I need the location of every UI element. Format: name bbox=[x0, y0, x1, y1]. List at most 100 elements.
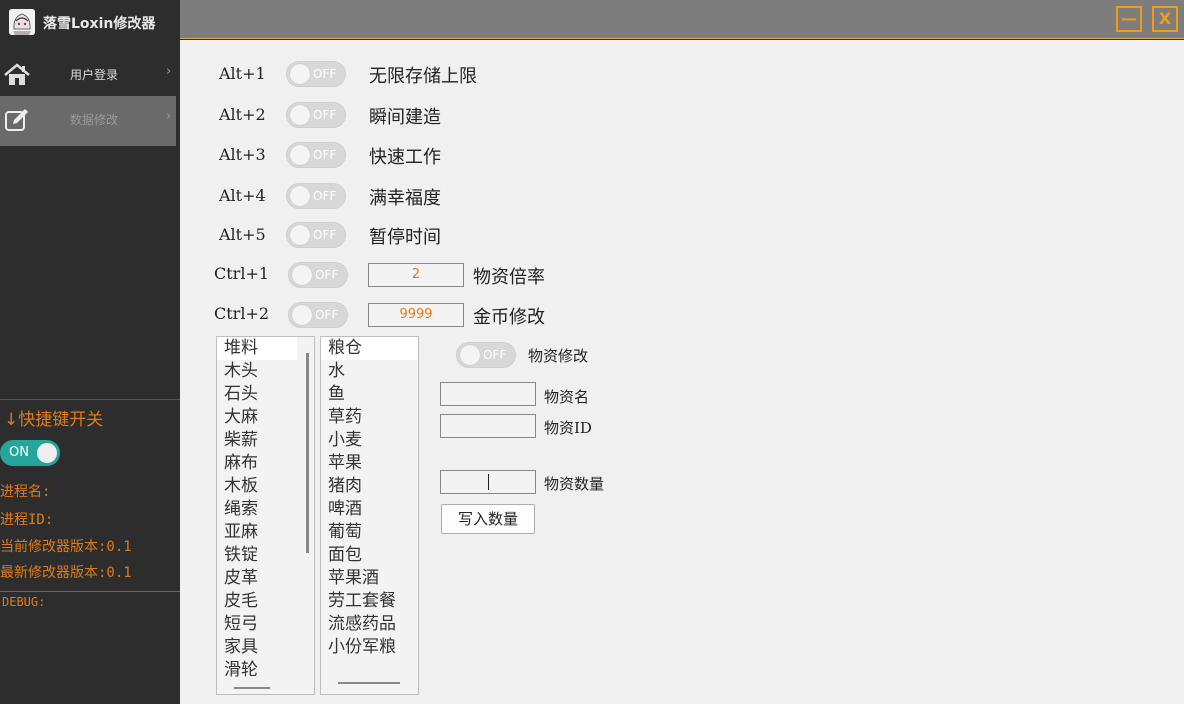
toggle-label: OFF bbox=[313, 67, 337, 81]
process-name-text: 进程名: bbox=[0, 484, 51, 500]
latest-version-text: 最新修改器版本:0.1 bbox=[0, 565, 132, 581]
list-item[interactable]: 石头 bbox=[217, 383, 258, 406]
app-title: 落雪Loxin修改器 bbox=[43, 16, 156, 32]
master-hotkey-toggle[interactable]: ON bbox=[0, 440, 60, 466]
list-item[interactable]: 苹果酒 bbox=[321, 567, 379, 590]
debug-label: DEBUG: bbox=[2, 595, 46, 609]
horizontal-scrollbar[interactable] bbox=[234, 687, 270, 689]
edit-icon bbox=[4, 108, 30, 132]
toggle-resource-multiplier[interactable]: OFF bbox=[288, 262, 348, 288]
toggle-knob bbox=[290, 64, 310, 84]
toggle-label: OFF bbox=[315, 308, 339, 322]
sidebar: 落雪Loxin修改器 用户登录 › 数据修改 › ↓快捷键开关 ON 进程名: … bbox=[0, 0, 180, 704]
toggle-label: OFF bbox=[313, 108, 337, 122]
toggle-full-happiness[interactable]: OFF bbox=[286, 183, 346, 209]
list-item[interactable]: 木头 bbox=[217, 360, 258, 383]
list-item[interactable]: 滑轮 bbox=[217, 659, 258, 682]
list-item[interactable]: 皮毛 bbox=[217, 590, 258, 613]
resource-edit-label: 物资修改 bbox=[528, 347, 589, 365]
list-item[interactable]: 亚麻 bbox=[217, 521, 258, 544]
gold-input[interactable]: 9999 bbox=[368, 303, 464, 327]
toggle-label: OFF bbox=[313, 228, 337, 242]
toggle-instant-build[interactable]: OFF bbox=[286, 102, 346, 128]
resource-item-list[interactable]: 粮仓 水 鱼 草药 小麦 苹果 猪肉 啤酒 葡萄 面包 苹果酒 劳工套餐 流感药… bbox=[320, 336, 419, 695]
toggle-knob bbox=[292, 305, 312, 325]
nav-item-data-edit[interactable]: 数据修改 › bbox=[0, 96, 176, 146]
list-item[interactable]: 啤酒 bbox=[321, 498, 362, 521]
chevron-right-icon: › bbox=[166, 109, 172, 124]
list-item[interactable]: 小份军粮 bbox=[321, 636, 396, 659]
list-item[interactable]: 草药 bbox=[321, 406, 362, 429]
minimize-button[interactable]: — bbox=[1116, 6, 1142, 32]
resource-quantity-input[interactable] bbox=[440, 470, 536, 494]
list-item[interactable]: 家具 bbox=[217, 636, 258, 659]
list-item[interactable]: 鱼 bbox=[321, 383, 345, 406]
nav-label-data-edit: 数据修改 bbox=[70, 113, 119, 127]
toggle-knob bbox=[292, 265, 312, 285]
list-item[interactable]: 葡萄 bbox=[321, 521, 362, 544]
hotkey-label: 金币修改 bbox=[473, 307, 545, 328]
resource-name-input[interactable] bbox=[440, 382, 536, 406]
nav-item-user-login[interactable]: 用户登录 › bbox=[0, 51, 176, 99]
app-logo-icon bbox=[9, 9, 35, 35]
multiplier-input[interactable]: 2 bbox=[368, 263, 464, 287]
toggle-knob bbox=[290, 145, 310, 165]
toggle-fast-work[interactable]: OFF bbox=[286, 142, 346, 168]
list-item[interactable]: 苹果 bbox=[321, 452, 362, 475]
hotkey-key: Alt+4 bbox=[219, 186, 266, 205]
hotkey-key: Ctrl+2 bbox=[214, 304, 270, 323]
resource-quantity-label: 物资数量 bbox=[544, 475, 605, 493]
hotkey-label: 物资倍率 bbox=[473, 267, 545, 288]
current-version-text: 当前修改器版本:0.1 bbox=[0, 539, 132, 555]
list-item[interactable]: 面包 bbox=[321, 544, 362, 567]
list-item[interactable]: 皮革 bbox=[217, 567, 258, 590]
list-item[interactable]: 水 bbox=[321, 360, 345, 383]
toggle-label: OFF bbox=[313, 148, 337, 162]
resource-id-label: 物资ID bbox=[544, 419, 592, 437]
resource-name-label: 物资名 bbox=[544, 388, 590, 406]
app-brand: 落雪Loxin修改器 bbox=[0, 0, 180, 44]
toggle-label: OFF bbox=[315, 268, 339, 282]
nav-label-user-login: 用户登录 bbox=[70, 68, 119, 82]
toggle-unlimited-storage[interactable]: OFF bbox=[286, 61, 346, 87]
close-button[interactable]: X bbox=[1152, 6, 1178, 32]
toggle-knob bbox=[460, 345, 480, 365]
hotkey-label: 无限存储上限 bbox=[369, 66, 477, 87]
toggle-knob bbox=[37, 443, 57, 463]
list-item[interactable]: 木板 bbox=[217, 475, 258, 498]
toggle-pause-time[interactable]: OFF bbox=[286, 222, 346, 248]
toggle-knob bbox=[290, 186, 310, 206]
horizontal-scrollbar[interactable] bbox=[338, 682, 400, 684]
chevron-right-icon: › bbox=[166, 64, 172, 79]
list-item[interactable]: 铁锭 bbox=[217, 544, 258, 567]
hotkey-label: 暂停时间 bbox=[369, 227, 441, 248]
list-item[interactable]: 麻布 bbox=[217, 452, 258, 475]
list-item[interactable]: 大麻 bbox=[217, 406, 258, 429]
list-item[interactable]: 小麦 bbox=[321, 429, 362, 452]
list-item[interactable]: 粮仓 bbox=[321, 337, 418, 360]
sidebar-divider bbox=[0, 399, 180, 400]
resource-category-list[interactable]: 堆料 木头 石头 大麻 柴薪 麻布 木板 绳索 亚麻 铁锭 皮革 皮毛 短弓 家… bbox=[216, 336, 315, 695]
title-bar[interactable]: — X bbox=[180, 0, 1184, 39]
toggle-gold-edit[interactable]: OFF bbox=[288, 302, 348, 328]
list-item[interactable]: 绳索 bbox=[217, 498, 258, 521]
process-id-text: 进程ID: bbox=[0, 512, 54, 528]
toggle-label: OFF bbox=[483, 348, 507, 362]
main-content: Alt+1 OFF 无限存储上限 Alt+2 OFF 瞬间建造 Alt+3 OF… bbox=[180, 40, 1184, 704]
vertical-scrollbar[interactable] bbox=[306, 353, 309, 553]
list-item[interactable]: 柴薪 bbox=[217, 429, 258, 452]
list-item[interactable]: 短弓 bbox=[217, 613, 258, 636]
write-quantity-button[interactable]: 写入数量 bbox=[441, 504, 535, 534]
resource-id-input[interactable] bbox=[440, 414, 536, 438]
hotkey-section-title: ↓快捷键开关 bbox=[4, 410, 104, 430]
list-item[interactable]: 猪肉 bbox=[321, 475, 362, 498]
hotkey-key: Alt+1 bbox=[219, 64, 266, 83]
toggle-resource-edit[interactable]: OFF bbox=[456, 342, 516, 368]
hotkey-key: Alt+5 bbox=[219, 225, 266, 244]
debug-console[interactable]: DEBUG: bbox=[0, 591, 180, 704]
list-item[interactable]: 劳工套餐 bbox=[321, 590, 396, 613]
list-item[interactable]: 堆料 bbox=[217, 337, 297, 360]
hotkey-label: 满幸福度 bbox=[369, 188, 441, 209]
list-item[interactable]: 流感药品 bbox=[321, 613, 396, 636]
hotkey-key: Alt+3 bbox=[219, 145, 266, 164]
